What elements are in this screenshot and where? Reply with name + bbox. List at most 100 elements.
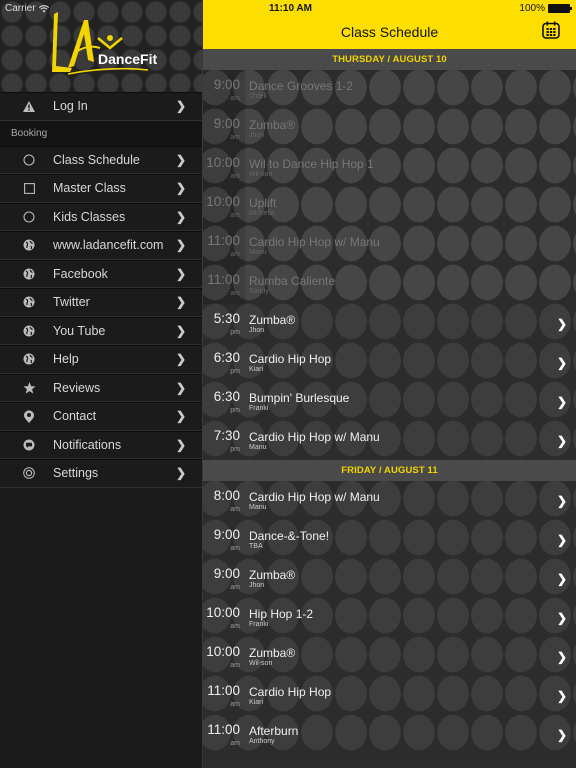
sidebar-item-log-in[interactable]: Log In ❯ (0, 92, 202, 121)
class-time: 11:00 (207, 682, 240, 698)
status-time: 11:10 AM (269, 3, 312, 14)
class-time: 9:00 (213, 565, 240, 581)
app-root: Carrier DanceFit Log In ❯ Booking Class … (0, 0, 576, 768)
class-time-block: 11:00 am (203, 721, 240, 747)
class-time: 10:00 (206, 154, 240, 170)
circle-icon (20, 211, 38, 223)
class-schedule-list[interactable]: THURSDAY / AUGUST 10 9:00 am Dance Grooves … (203, 49, 576, 768)
chevron-right-icon: ❯ (176, 295, 187, 310)
calendar-icon[interactable] (542, 21, 560, 39)
class-row[interactable]: 10:00 am Zumba® Wil-son ❯ (203, 637, 576, 676)
class-row[interactable]: 5:30 pm Zumba® Jhon ❯ (203, 304, 576, 343)
class-title: Cardio Hip Hop w/ Manu (249, 429, 380, 444)
class-instructor: Kiari (249, 365, 264, 373)
class-time: 9:00 (213, 115, 240, 131)
class-info: Cardio Hip Hop w/ Manu Manu (249, 430, 557, 452)
class-ampm: am (230, 289, 240, 297)
class-time: 6:30 (213, 388, 240, 404)
sidebar-item-label: Facebook (53, 266, 108, 281)
chevron-right-icon: ❯ (176, 99, 187, 114)
class-row[interactable]: 9:00 am Zumba® Jhon ❯ (203, 559, 576, 598)
class-ampm: am (230, 172, 240, 180)
class-row[interactable]: 6:30 pm Cardio Hip Hop Kiari ❯ (203, 343, 576, 382)
class-instructor: Kiari (249, 698, 264, 706)
class-title: Afterburn (249, 723, 299, 738)
square-icon (20, 182, 38, 194)
class-time-block: 9:00 am (203, 115, 240, 141)
globe-icon (20, 239, 38, 251)
sidebar-item-contact[interactable]: Contact ❯ (0, 402, 202, 431)
class-info: Zumba® Jhon (249, 568, 557, 590)
class-title: Rumba Caliente (249, 273, 336, 288)
class-instructor: Jhon (249, 326, 265, 334)
sidebar-item-help[interactable]: Help ❯ (0, 345, 202, 374)
sidebar-item-facebook[interactable]: Facebook ❯ (0, 259, 202, 288)
sidebar-item-reviews[interactable]: Reviews ❯ (0, 373, 202, 402)
sidebar-item-label: Contact (53, 409, 97, 424)
sidebar-item-www-ladancefit-com[interactable]: www.ladancefit.com ❯ (0, 231, 202, 260)
class-info: Hip Hop 1-2 Franki (249, 607, 557, 629)
class-row[interactable]: 11:00 am Cardio Hip Hop Kiari ❯ (203, 676, 576, 715)
class-instructor: Sandy (249, 287, 269, 295)
class-info: Cardio Hip Hop w/ Manu Manu (249, 235, 557, 257)
class-info: Uplift Michelle (249, 196, 557, 218)
upcoming-classes-block: 8:00 am Cardio Hip Hop w/ Manu Manu ❯ 9:00 am D… (203, 481, 576, 754)
sidebar-item-twitter[interactable]: Twitter ❯ (0, 288, 202, 317)
class-ampm: am (230, 133, 240, 141)
chevron-right-icon: ❯ (557, 688, 568, 703)
section-label-booking: Booking (0, 120, 202, 146)
class-title: Cardio Hip Hop (249, 351, 332, 366)
class-row[interactable]: 7:30 pm Cardio Hip Hop w/ Manu Manu ❯ (203, 421, 576, 460)
class-ampm: am (230, 211, 240, 219)
sidebar-header: Carrier DanceFit (0, 0, 202, 92)
class-info: Afterburn Anthony (249, 724, 557, 746)
sidebar-item-master-class[interactable]: Master Class ❯ (0, 174, 202, 203)
chevron-right-icon: ❯ (557, 316, 568, 331)
star-icon (20, 381, 38, 394)
class-time-block: 11:00 am (203, 233, 240, 258)
class-instructor: Michelle (249, 209, 275, 217)
class-title: Zumba® (249, 312, 296, 327)
chevron-right-icon: ❯ (176, 352, 187, 367)
class-time: 9:00 (213, 526, 240, 542)
class-row[interactable]: 8:00 am Cardio Hip Hop w/ Manu Manu ❯ (203, 481, 576, 520)
class-time: 11:00 (207, 721, 240, 737)
class-row: 9:00amDance Grooves 1-2O'dell❯ (203, 70, 576, 109)
class-ampm: am (230, 700, 240, 708)
class-ampm: pm (230, 367, 240, 375)
class-info: Dance Grooves 1-2 O'dell (249, 79, 557, 101)
main-pane: 11:10 AM 100% Class Schedule THURSDAY / … (203, 0, 576, 768)
class-title: Dance Grooves 1-2 (249, 78, 354, 93)
class-instructor: TBA (249, 542, 263, 550)
class-row[interactable]: 9:00 am Dance-&-Tone! TBA ❯ (203, 520, 576, 559)
day-header: THURSDAY / AUGUST 10 (203, 49, 576, 70)
class-row[interactable]: 10:00 am Hip Hop 1-2 Franki ❯ (203, 598, 576, 637)
class-time-block: 11:00 am (203, 682, 240, 708)
sidebar-item-notifications[interactable]: Notifications ❯ (0, 430, 202, 459)
class-title: Hip Hop 1-2 (249, 606, 314, 621)
class-title: Cardio Hip Hop (249, 684, 332, 699)
class-time-block: 10:00 am (203, 644, 240, 669)
status-battery: 100% (519, 3, 572, 14)
class-time-block: 6:30 pm (203, 350, 240, 375)
sidebar-item-kids-classes[interactable]: Kids Classes ❯ (0, 202, 202, 231)
chevron-right-icon: ❯ (557, 610, 568, 625)
chevron-right-icon: ❯ (557, 571, 568, 586)
class-instructor: Manu (249, 248, 267, 256)
globe-icon (20, 325, 38, 337)
class-row[interactable]: 6:30 pm Bumpin' Burlesque Franki ❯ (203, 382, 576, 421)
sidebar-item-settings[interactable]: Settings ❯ (0, 459, 202, 488)
class-ampm: am (230, 505, 240, 513)
sidebar-item-label: Notifications (53, 437, 122, 452)
class-title: Cardio Hip Hop w/ Manu (249, 234, 380, 249)
class-row: 11:00amRumba CalienteSandy❯ (203, 265, 576, 304)
sidebar-item-class-schedule[interactable]: Class Schedule ❯ (0, 145, 202, 174)
sidebar-item-you-tube[interactable]: You Tube ❯ (0, 316, 202, 345)
class-time-block: 9:00 am (203, 77, 240, 102)
class-ampm: am (230, 250, 240, 258)
class-row[interactable]: 11:00 am Afterburn Anthony ❯ (203, 715, 576, 754)
class-info: Bumpin' Burlesque Franki (249, 391, 557, 413)
chevron-right-icon: ❯ (176, 437, 187, 452)
chevron-right-icon: ❯ (176, 266, 187, 281)
class-ampm: am (230, 94, 240, 102)
